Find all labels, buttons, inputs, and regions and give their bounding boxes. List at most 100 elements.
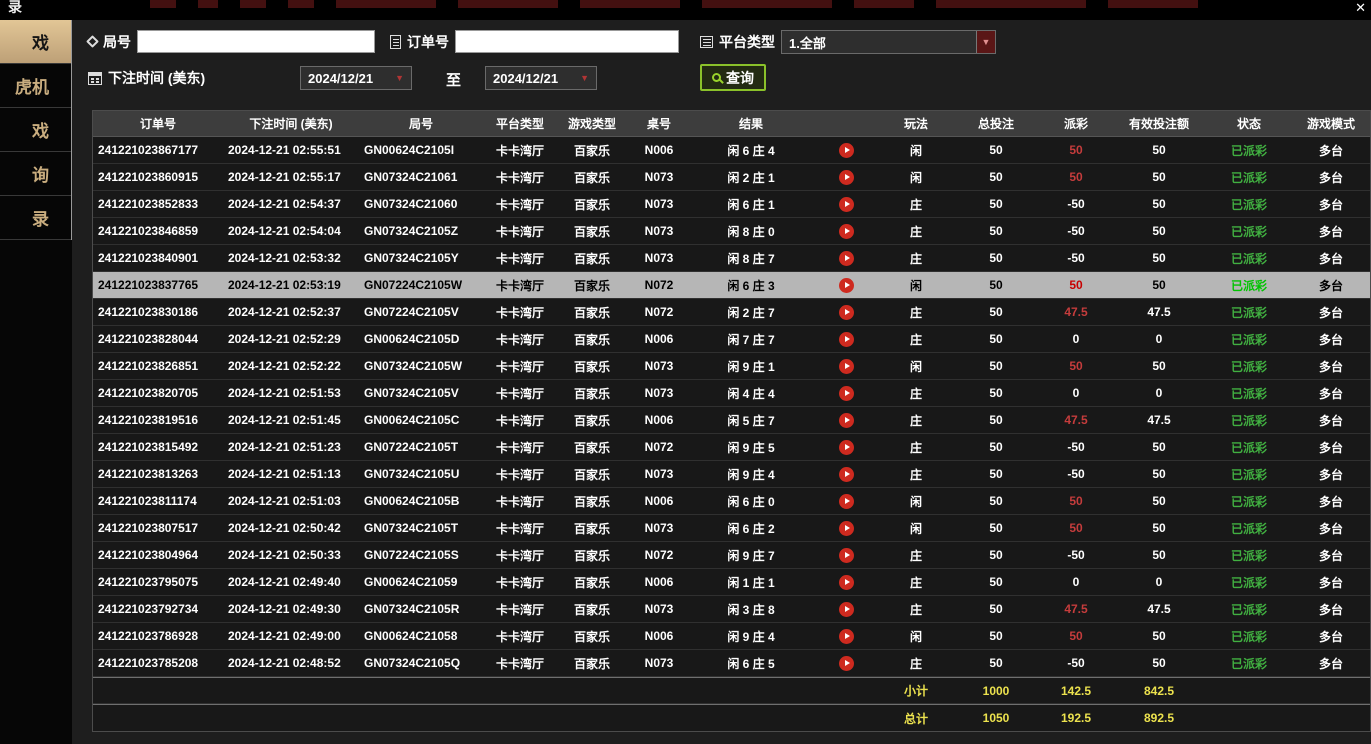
cell-payout: 50	[1041, 278, 1111, 292]
cell-bet-side: 庄	[881, 331, 951, 348]
cell-play	[811, 412, 881, 427]
cell-status: 已派彩	[1207, 142, 1291, 159]
cell-payout: -50	[1041, 548, 1111, 562]
cell-bet-side: 庄	[881, 196, 951, 213]
cell-total-bet: 50	[951, 197, 1041, 211]
cell-bet-time: 2024-12-21 02:53:19	[223, 278, 359, 292]
cell-valid-bet: 0	[1111, 575, 1207, 589]
play-video-button[interactable]	[839, 629, 854, 644]
cell-play	[811, 196, 881, 211]
round-number-input[interactable]	[137, 30, 375, 53]
cell-round-number: GN07224C2105V	[359, 305, 483, 319]
sidebar-item[interactable]: 录	[0, 196, 71, 240]
cell-status: 已派彩	[1207, 628, 1291, 645]
table-row[interactable]: 2412210238111742024-12-21 02:51:03GN0062…	[93, 488, 1370, 515]
play-video-button[interactable]	[839, 494, 854, 509]
play-video-button[interactable]	[839, 332, 854, 347]
cell-game-mode: 多台	[1291, 466, 1371, 483]
play-video-button[interactable]	[839, 386, 854, 401]
play-video-button[interactable]	[839, 143, 854, 158]
cell-status: 已派彩	[1207, 601, 1291, 618]
table-row[interactable]: 2412210237927342024-12-21 02:49:30GN0732…	[93, 596, 1370, 623]
cell-result: 闲 3 庄 8	[691, 601, 811, 618]
table-row[interactable]: 2412210238468592024-12-21 02:54:04GN0732…	[93, 218, 1370, 245]
table-row[interactable]: 2412210238301862024-12-21 02:52:37GN0722…	[93, 299, 1370, 326]
table-row[interactable]: 2412210238609152024-12-21 02:55:17GN0732…	[93, 164, 1370, 191]
order-number-input[interactable]	[455, 30, 679, 53]
subtotal-label: 小计	[881, 682, 951, 699]
table-row[interactable]: 2412210238377652024-12-21 02:53:19GN0722…	[93, 272, 1370, 299]
cell-order: 241221023804964	[93, 548, 223, 562]
sidebar-item[interactable]: 戏	[0, 108, 71, 152]
table-row[interactable]: 2412210238195162024-12-21 02:51:45GN0062…	[93, 407, 1370, 434]
date-from-value: 2024/12/21	[308, 71, 373, 86]
cell-table-number: N006	[627, 575, 691, 589]
column-header: 平台类型	[483, 115, 557, 132]
play-video-button[interactable]	[839, 359, 854, 374]
play-video-button[interactable]	[839, 251, 854, 266]
table-row[interactable]: 2412210238268512024-12-21 02:52:22GN0732…	[93, 353, 1370, 380]
cell-platform-type: 卡卡湾厅	[483, 655, 557, 672]
sidebar-item[interactable]: 虎机	[0, 64, 71, 108]
cell-table-number: N073	[627, 170, 691, 184]
play-video-button[interactable]	[839, 656, 854, 671]
cell-result: 闲 2 庄 7	[691, 304, 811, 321]
date-to-picker[interactable]: 2024/12/21 ▼	[485, 66, 597, 90]
cell-bet-time: 2024-12-21 02:51:03	[223, 494, 359, 508]
cell-round-number: GN07324C2105W	[359, 359, 483, 373]
play-video-button[interactable]	[839, 440, 854, 455]
play-video-button[interactable]	[839, 305, 854, 320]
sidebar-item[interactable]: 戏	[0, 20, 71, 64]
cell-order: 241221023860915	[93, 170, 223, 184]
table-row[interactable]: 2412210238280442024-12-21 02:52:29GN0062…	[93, 326, 1370, 353]
play-video-button[interactable]	[839, 224, 854, 239]
play-video-button[interactable]	[839, 413, 854, 428]
cell-table-number: N073	[627, 197, 691, 211]
table-row[interactable]: 2412210238409012024-12-21 02:53:32GN0732…	[93, 245, 1370, 272]
cell-table-number: N073	[627, 386, 691, 400]
column-header: 游戏模式	[1291, 115, 1371, 132]
cell-order: 241221023830186	[93, 305, 223, 319]
cell-order: 241221023840901	[93, 251, 223, 265]
cell-game-mode: 多台	[1291, 655, 1371, 672]
play-video-button[interactable]	[839, 467, 854, 482]
cell-platform-type: 卡卡湾厅	[483, 520, 557, 537]
cell-play	[811, 358, 881, 373]
play-video-button[interactable]	[839, 197, 854, 212]
cell-payout: -50	[1041, 224, 1111, 238]
cell-round-number: GN00624C21058	[359, 629, 483, 643]
table-row[interactable]: 2412210238075172024-12-21 02:50:42GN0732…	[93, 515, 1370, 542]
column-header: 有效投注额	[1111, 115, 1207, 132]
close-icon[interactable]: ✕	[1355, 0, 1366, 16]
table-row[interactable]: 2412210237852082024-12-21 02:48:52GN0732…	[93, 650, 1370, 677]
date-from-picker[interactable]: 2024/12/21 ▼	[300, 66, 412, 90]
cell-game-mode: 多台	[1291, 412, 1371, 429]
table-row[interactable]: 2412210238132632024-12-21 02:51:13GN0732…	[93, 461, 1370, 488]
cell-total-bet: 50	[951, 656, 1041, 670]
cell-game-mode: 多台	[1291, 439, 1371, 456]
search-button[interactable]: 查询	[700, 64, 766, 91]
cell-round-number: GN07324C2105Y	[359, 251, 483, 265]
cell-game-type: 百家乐	[557, 277, 627, 294]
cell-payout: 50	[1041, 521, 1111, 535]
platform-type-select[interactable]: 1.全部 ▼	[781, 30, 996, 54]
cell-game-mode: 多台	[1291, 628, 1371, 645]
play-video-button[interactable]	[839, 602, 854, 617]
play-video-button[interactable]	[839, 548, 854, 563]
table-row[interactable]: 2412210237950752024-12-21 02:49:40GN0062…	[93, 569, 1370, 596]
table-row[interactable]: 2412210238671772024-12-21 02:55:51GN0062…	[93, 137, 1370, 164]
sidebar-item[interactable]: 询	[0, 152, 71, 196]
cell-round-number: GN07324C21060	[359, 197, 483, 211]
play-video-button[interactable]	[839, 575, 854, 590]
play-video-button[interactable]	[839, 170, 854, 185]
table-row[interactable]: 2412210238049642024-12-21 02:50:33GN0722…	[93, 542, 1370, 569]
cell-play	[811, 466, 881, 481]
bet-time-filter-label-group: 下注时间 (美东)	[88, 68, 205, 88]
play-video-button[interactable]	[839, 521, 854, 536]
table-row[interactable]: 2412210237869282024-12-21 02:49:00GN0062…	[93, 623, 1370, 650]
cell-game-type: 百家乐	[557, 331, 627, 348]
table-row[interactable]: 2412210238154922024-12-21 02:51:23GN0722…	[93, 434, 1370, 461]
play-video-button[interactable]	[839, 278, 854, 293]
table-row[interactable]: 2412210238528332024-12-21 02:54:37GN0732…	[93, 191, 1370, 218]
table-row[interactable]: 2412210238207052024-12-21 02:51:53GN0732…	[93, 380, 1370, 407]
